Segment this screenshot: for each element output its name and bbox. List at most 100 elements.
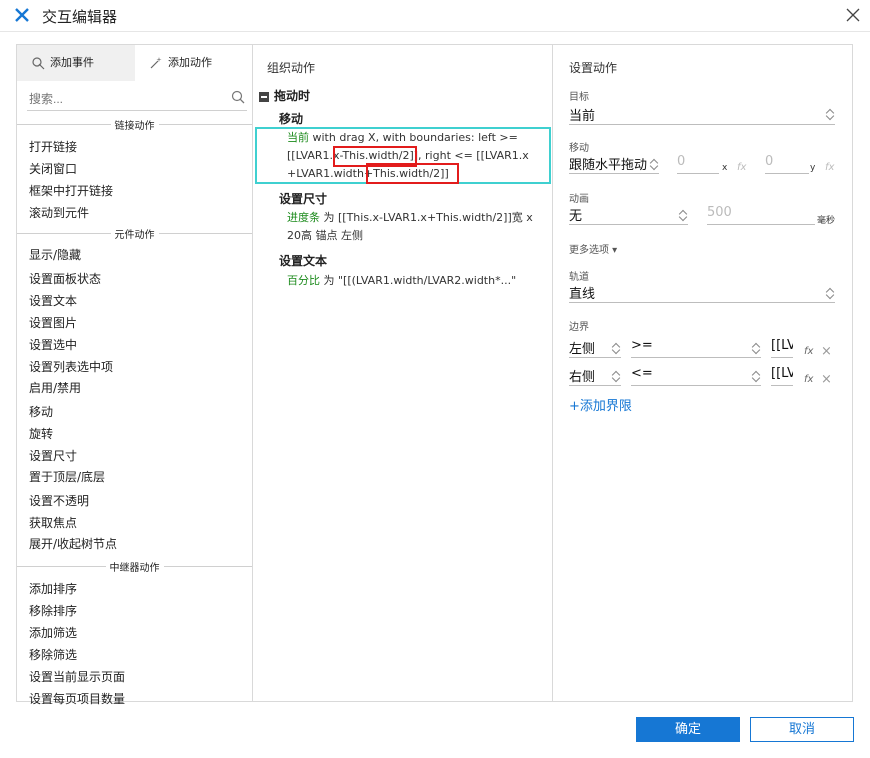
- delete-bound-icon[interactable]: ×: [821, 344, 832, 359]
- animation-label: 动画: [569, 194, 589, 205]
- action-target: 百分比: [287, 274, 320, 287]
- move-label: 移动: [569, 143, 589, 154]
- configure-action-panel: 设置动作 目标 当前 移动 跟随水平拖动 0 x fx 0 y fx 动画 无 …: [552, 44, 853, 702]
- group-header-link-actions: 链接动作: [17, 117, 252, 132]
- bounds-label: 边界: [569, 322, 589, 333]
- action-item[interactable]: 设置每页项目数量: [29, 690, 125, 707]
- add-bound-link[interactable]: +添加界限: [569, 395, 632, 414]
- duration-input[interactable]: 500: [707, 205, 815, 225]
- close-icon[interactable]: [846, 8, 860, 22]
- annotation-box: [366, 163, 459, 184]
- event-node[interactable]: 拖动时: [259, 87, 310, 104]
- collapse-icon[interactable]: [259, 91, 269, 102]
- chevron-updown-icon: [753, 369, 761, 383]
- action-item[interactable]: 设置当前显示页面: [29, 668, 125, 685]
- target-label: 目标: [569, 92, 589, 103]
- tab-bar: 添加事件 添加动作: [17, 45, 252, 81]
- chevron-updown-icon: [651, 157, 659, 171]
- fx-icon[interactable]: fx: [737, 162, 746, 173]
- action-item[interactable]: 滚动到元件: [29, 204, 89, 221]
- case-title[interactable]: 移动: [279, 110, 303, 127]
- action-item[interactable]: 框架中打开链接: [29, 182, 113, 199]
- fx-icon[interactable]: fx: [825, 162, 834, 173]
- cancel-button[interactable]: 取消: [750, 717, 854, 742]
- action-item[interactable]: 设置图片: [29, 314, 77, 331]
- bound-operator-select[interactable]: <=: [631, 366, 761, 386]
- track-select[interactable]: 直线: [569, 283, 835, 303]
- title-bar: 交互编辑器: [0, 0, 870, 32]
- action-item[interactable]: 置于顶层/底层: [29, 468, 105, 485]
- bound-expression-input[interactable]: [[LVAR1.x-This.width/2]]: [771, 338, 793, 358]
- action-text: 为 "[[(LVAR1.width/LVAR2.width*...": [320, 274, 517, 287]
- target-select[interactable]: 当前: [569, 105, 835, 125]
- action-item[interactable]: 添加排序: [29, 580, 77, 597]
- action-item[interactable]: 显示/隐藏: [29, 246, 81, 263]
- group-label: 元件动作: [110, 230, 159, 241]
- group-label: 中继器动作: [105, 563, 164, 574]
- fx-icon[interactable]: fx: [804, 346, 813, 357]
- action-item[interactable]: 关闭窗口: [29, 160, 77, 177]
- delete-bound-icon[interactable]: ×: [821, 372, 832, 387]
- window-title: 交互编辑器: [42, 8, 118, 26]
- fx-icon[interactable]: fx: [804, 374, 813, 385]
- action-text: with drag X, with boundaries: left >=: [309, 131, 518, 144]
- case-title[interactable]: 设置尺寸: [279, 190, 327, 207]
- bound-expression-input[interactable]: [[LVAR1.x+LVAR1.width+This.width/2]]: [771, 366, 793, 386]
- search-icon[interactable]: [231, 90, 245, 104]
- action-text: 为 [[This.x-LVAR1.x+This.width/2]]宽 x: [320, 211, 533, 224]
- move-type-select[interactable]: 跟随水平拖动: [569, 154, 659, 174]
- event-icon: [32, 57, 45, 70]
- action-item[interactable]: 添加筛选: [29, 624, 77, 641]
- chevron-updown-icon: [613, 341, 621, 355]
- event-label: 拖动时: [274, 89, 311, 103]
- action-library-panel: 添加事件 添加动作 链接动作 打开链接 关闭窗口 框架中打开链接 滚动到元件 元…: [16, 44, 253, 706]
- action-item[interactable]: 设置不透明: [29, 492, 89, 509]
- action-item[interactable]: 设置尺寸: [29, 447, 77, 464]
- bound-operator-select[interactable]: >=: [631, 338, 761, 358]
- magic-wand-icon: [150, 57, 162, 69]
- tab-add-action[interactable]: 添加动作: [135, 45, 252, 81]
- action-set-text[interactable]: 百分比 为 "[[(LVAR1.width/LVAR2.width*...": [287, 272, 549, 290]
- action-item[interactable]: 设置选中: [29, 336, 77, 353]
- action-text: 20高 锚点 左侧: [287, 229, 363, 242]
- tab-add-event[interactable]: 添加事件: [17, 45, 135, 81]
- panel-header: 组织动作: [267, 61, 316, 75]
- x-input[interactable]: 0: [677, 154, 719, 174]
- action-item[interactable]: 移除筛选: [29, 646, 77, 663]
- action-item[interactable]: 启用/禁用: [29, 379, 81, 396]
- ok-button[interactable]: 确定: [636, 717, 740, 742]
- app-logo-icon: [15, 8, 29, 22]
- action-item[interactable]: 移除排序: [29, 602, 77, 619]
- action-item[interactable]: 设置列表选中项: [29, 358, 113, 375]
- tab-add-event-label: 添加事件: [50, 56, 94, 69]
- group-header-widget-actions: 元件动作: [17, 226, 252, 241]
- track-label: 轨道: [569, 272, 589, 283]
- y-input[interactable]: 0: [765, 154, 809, 174]
- action-item[interactable]: 旋转: [29, 425, 53, 442]
- action-item[interactable]: 设置面板状态: [29, 270, 101, 287]
- animation-select[interactable]: 无: [569, 205, 688, 225]
- tab-add-action-label: 添加动作: [168, 56, 212, 69]
- chevron-updown-icon: [613, 369, 621, 383]
- action-item[interactable]: 获取焦点: [29, 514, 77, 531]
- action-item[interactable]: 打开链接: [29, 138, 77, 155]
- action-item[interactable]: 移动: [29, 403, 53, 420]
- action-set-size[interactable]: 进度条 为 [[This.x-LVAR1.x+This.width/2]]宽 x…: [287, 209, 549, 245]
- action-item[interactable]: 展开/收起树节点: [29, 535, 117, 552]
- duration-unit: 毫秒: [817, 216, 836, 226]
- organize-actions-panel: 组织动作 拖动时 移动 当前 with drag X, with boundar…: [252, 44, 553, 702]
- more-options-toggle[interactable]: 更多选项 ▾: [569, 241, 617, 256]
- search-input[interactable]: [27, 87, 247, 111]
- panel-header: 设置动作: [569, 61, 618, 75]
- action-item[interactable]: 设置文本: [29, 292, 77, 309]
- group-label: 链接动作: [110, 121, 159, 132]
- chevron-updown-icon: [753, 341, 761, 355]
- y-unit: y: [810, 163, 816, 173]
- chevron-updown-icon: [827, 107, 835, 121]
- case-title[interactable]: 设置文本: [279, 252, 327, 269]
- x-unit: x: [722, 163, 728, 173]
- group-header-repeater-actions: 中继器动作: [17, 559, 252, 574]
- chevron-updown-icon: [827, 286, 835, 300]
- chevron-updown-icon: [680, 208, 688, 222]
- action-target: 当前: [287, 131, 309, 144]
